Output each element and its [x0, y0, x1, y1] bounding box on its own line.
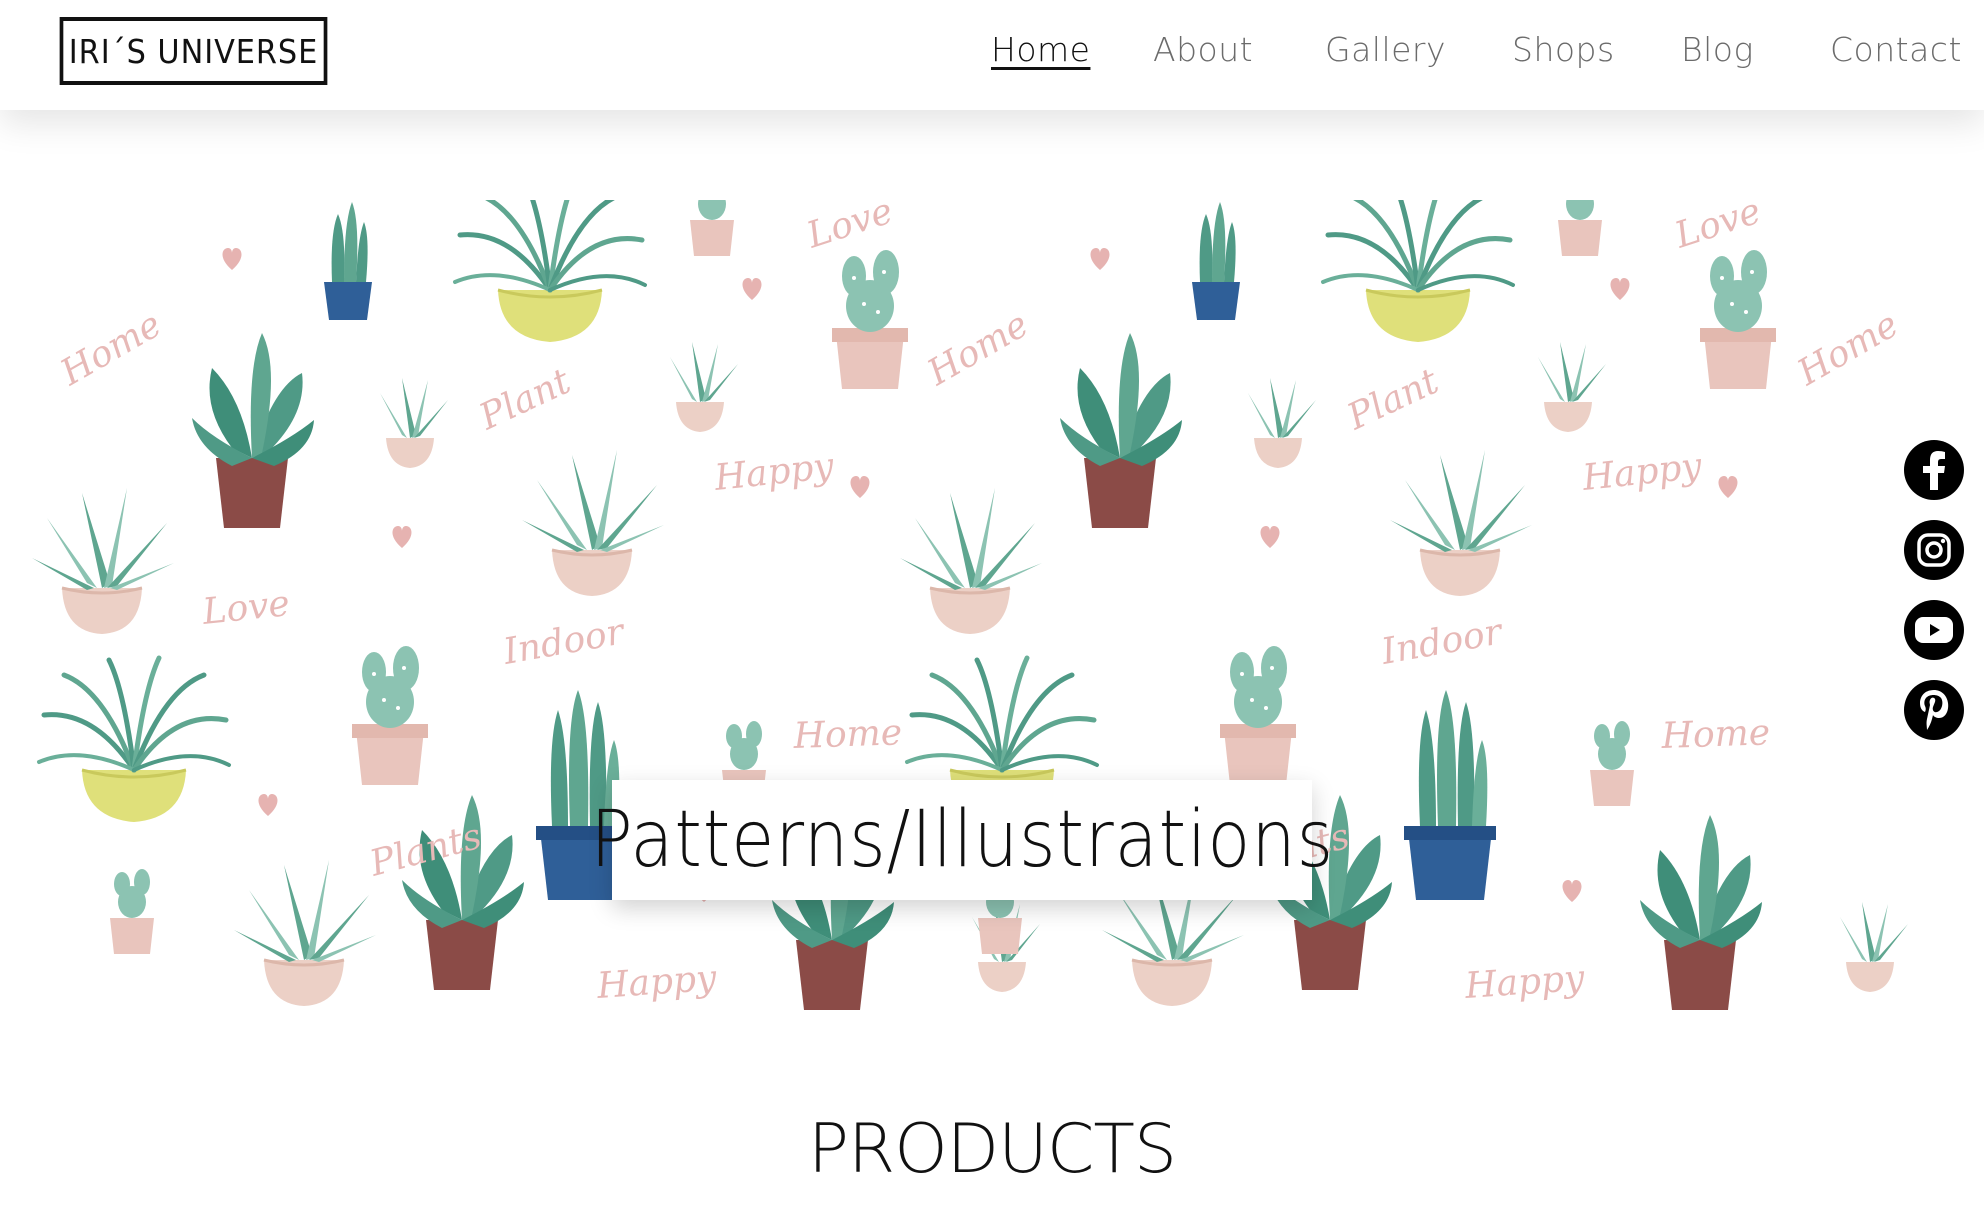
pattern-word: Happy [595, 958, 719, 1007]
hero-title: Patterns/Illustrations [590, 795, 1334, 885]
main-nav: Home About Gallery Shops Blog Contact [0, 30, 1984, 80]
nav-home[interactable]: Home [991, 30, 1090, 69]
pattern-word: Home [1660, 712, 1771, 757]
nav-contact[interactable]: Contact [1830, 30, 1962, 69]
products-heading: PRODUCTS [807, 1110, 1177, 1189]
site-header: IRI´S UNIVERSE Home About Gallery Shops … [0, 0, 1984, 110]
pattern-word: Love [200, 583, 292, 633]
pattern-word: Plant [1341, 361, 1446, 439]
pattern-word: Love [801, 200, 898, 257]
pattern-word: Happy [1463, 958, 1587, 1007]
pattern-word: Indoor [499, 611, 628, 673]
pattern-word: Happy [1580, 446, 1705, 499]
pattern-word: Home [53, 304, 168, 394]
pattern-word: Home [920, 304, 1035, 394]
pattern-word: Love [1669, 200, 1766, 257]
pattern-word: Indoor [1377, 611, 1506, 673]
facebook-icon[interactable] [1904, 440, 1964, 500]
hero-title-box: Patterns/Illustrations [590, 780, 1333, 900]
plant-pattern-illustration: Love Love Home Home Home Plant Plant Hap… [32, 200, 1952, 1010]
pattern-word: Home [1790, 304, 1905, 394]
social-bar [1884, 424, 1964, 750]
youtube-icon[interactable] [1904, 600, 1964, 660]
nav-gallery[interactable]: Gallery [1325, 30, 1446, 69]
pinterest-icon[interactable] [1904, 680, 1964, 740]
pattern-word: Plant [473, 361, 578, 439]
pattern-word: Home [792, 712, 903, 757]
instagram-icon[interactable] [1904, 520, 1964, 580]
hero-banner: Love Love Home Home Home Plant Plant Hap… [32, 200, 1952, 1034]
nav-shops[interactable]: Shops [1512, 30, 1615, 69]
nav-about[interactable]: About [1153, 30, 1253, 69]
pattern-word: Happy [712, 446, 837, 499]
nav-blog[interactable]: Blog [1681, 30, 1754, 69]
